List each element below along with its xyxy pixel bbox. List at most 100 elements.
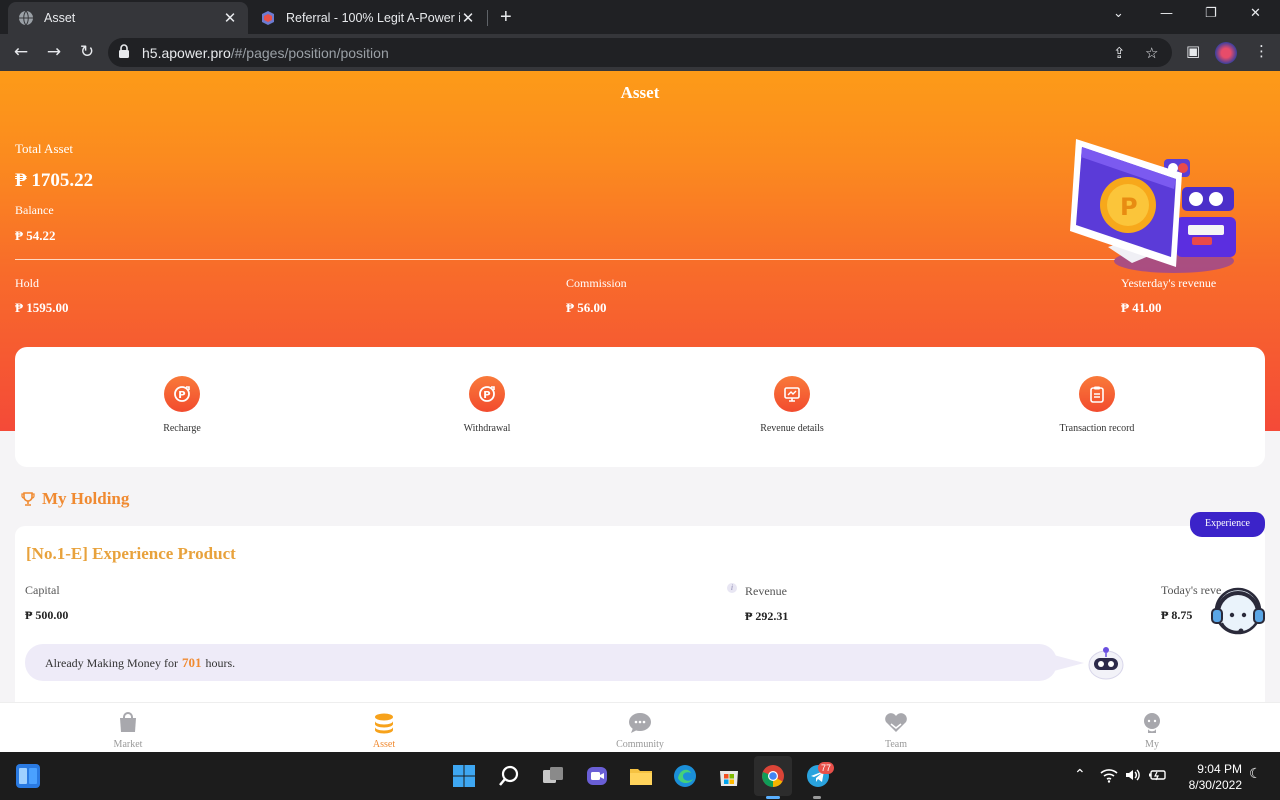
withdrawal-button[interactable]: P Withdrawal [407,376,567,434]
close-window-icon[interactable]: ✕ [1250,6,1261,21]
nav-asset[interactable]: Asset [344,711,424,750]
svg-text:P: P [1120,193,1138,221]
widgets-icon[interactable] [16,764,40,788]
hold-label: Hold [15,276,39,290]
tab-divider [487,10,488,26]
new-tab-button[interactable]: + [500,7,512,27]
volume-icon[interactable] [1124,767,1142,787]
balance-label: Balance [15,203,54,217]
experience-badge: Experience [1190,512,1265,537]
revenue-value: ₱ 292.31 [745,609,789,623]
chrome-icon[interactable] [761,764,785,788]
file-explorer-icon[interactable] [629,764,653,788]
close-tab-icon[interactable]: ✕ [460,9,476,27]
minimize-icon[interactable]: — [1160,6,1173,21]
total-asset-label: Total Asset [15,141,73,156]
heart-hands-icon [856,711,936,735]
focus-moon-icon[interactable]: ☾ [1249,766,1262,782]
balance-value: ₱ 54.22 [15,228,56,243]
tab-title: Referral - 100% Legit A-Power in [286,11,460,25]
side-panel-icon[interactable]: ▣ [1186,42,1200,60]
revenue-chart-icon [774,376,810,412]
commission-value: ₱ 56.00 [566,300,607,315]
tab-referral[interactable]: Referral - 100% Legit A-Power in ✕ [250,2,486,34]
battery-icon[interactable] [1148,767,1168,787]
reload-icon[interactable]: ↻ [76,41,98,63]
start-windows-icon[interactable] [452,764,476,788]
chat-bubble-icon [600,711,680,735]
bookmark-star-icon[interactable]: ☆ [1145,44,1158,62]
clipboard-icon [1079,376,1115,412]
nav-my[interactable]: My [1112,711,1192,750]
tab-title: Asset [44,11,76,25]
globe-icon [18,10,34,26]
coins-stack-icon [344,711,424,735]
clock-time: 9:04 PM [1197,762,1242,776]
hold-value: ₱ 1595.00 [15,300,69,315]
url-host: h5.apower.pro [142,45,231,61]
edge-browser-icon[interactable] [673,764,697,788]
making-suffix: hours. [205,656,236,670]
making-hours: 701 [181,655,202,670]
capital-value: ₱ 500.00 [25,608,69,622]
page-title: Asset [620,83,660,102]
action-label: Recharge [163,423,201,434]
share-icon[interactable]: ⇪ [1113,44,1126,62]
chevron-up-icon[interactable]: ⌃ [1074,767,1086,783]
system-clock[interactable]: 9:04 PM 8/30/2022 [1176,761,1242,793]
svg-text:P: P [483,390,490,401]
address-bar: ← → ↻ h5.apower.pro/#/pages/position/pos… [0,34,1280,71]
tab-search-icon[interactable]: ⌄ [1113,6,1124,21]
my-holding-title: My Holding [42,489,130,508]
lock-icon [118,44,130,63]
nav-label: Community [616,739,664,750]
coin-monitor-illustration: P [1070,139,1236,273]
wifi-icon[interactable] [1100,767,1118,787]
forward-arrow-icon[interactable]: → [43,41,65,63]
yesterday-revenue-value: ₱ 41.00 [1121,300,1162,315]
nav-market[interactable]: Market [88,711,168,750]
yesterday-revenue-label: Yesterday's revenue [1121,276,1217,290]
withdrawal-icon: P [469,376,505,412]
user-icon [1112,711,1192,735]
nav-label: Market [113,739,143,750]
nav-label: Team [884,739,908,750]
recharge-button[interactable]: P Recharge [102,376,262,434]
task-view-icon[interactable] [541,764,565,788]
my-holding-heading: My Holding [20,489,129,509]
active-indicator [766,796,780,799]
url-text: h5.apower.pro/#/pages/position/position [142,45,389,61]
windows-taskbar: 77 ⌃ 9:04 PM 8/30/2022 ☾ [0,752,1280,800]
restore-icon[interactable]: ❐ [1205,6,1217,21]
banner-tail [1050,654,1084,672]
transaction-record-button[interactable]: Transaction record [1017,376,1177,434]
action-label: Withdrawal [463,423,511,434]
browser-tab-bar: Asset ✕ Referral - 100% Legit A-Power in… [0,0,1280,34]
microsoft-store-icon[interactable] [717,764,741,788]
nav-label: Asset [372,739,396,750]
nav-community[interactable]: Community [600,711,680,750]
nav-team[interactable]: Team [856,711,936,750]
making-money-banner: Already Making Money for 701 hours. [25,644,1057,681]
close-tab-icon[interactable]: ✕ [222,9,238,27]
hero-divider [15,259,1115,260]
commission-label: Commission [566,276,627,290]
menu-dots-icon[interactable]: ⋮ [1254,42,1269,60]
url-path: /#/pages/position/position [230,45,389,61]
search-icon[interactable] [497,764,521,788]
telegram-badge: 77 [818,762,834,774]
tab-asset[interactable]: Asset ✕ [8,2,248,34]
revenue-details-button[interactable]: Revenue details [712,376,872,434]
action-label: Transaction record [1059,423,1135,434]
url-input[interactable]: h5.apower.pro/#/pages/position/position … [108,38,1172,67]
running-indicator [813,796,821,799]
info-icon[interactable]: i [727,583,737,593]
apower-logo-icon [260,10,276,26]
making-money-text: Already Making Money for 701 hours. [45,655,235,671]
action-label: Revenue details [760,423,824,434]
market-bag-icon [88,711,168,735]
back-arrow-icon[interactable]: ← [10,41,32,63]
teams-chat-icon[interactable] [585,764,609,788]
customer-service-icon[interactable] [1208,583,1268,641]
profile-avatar[interactable] [1215,42,1237,64]
